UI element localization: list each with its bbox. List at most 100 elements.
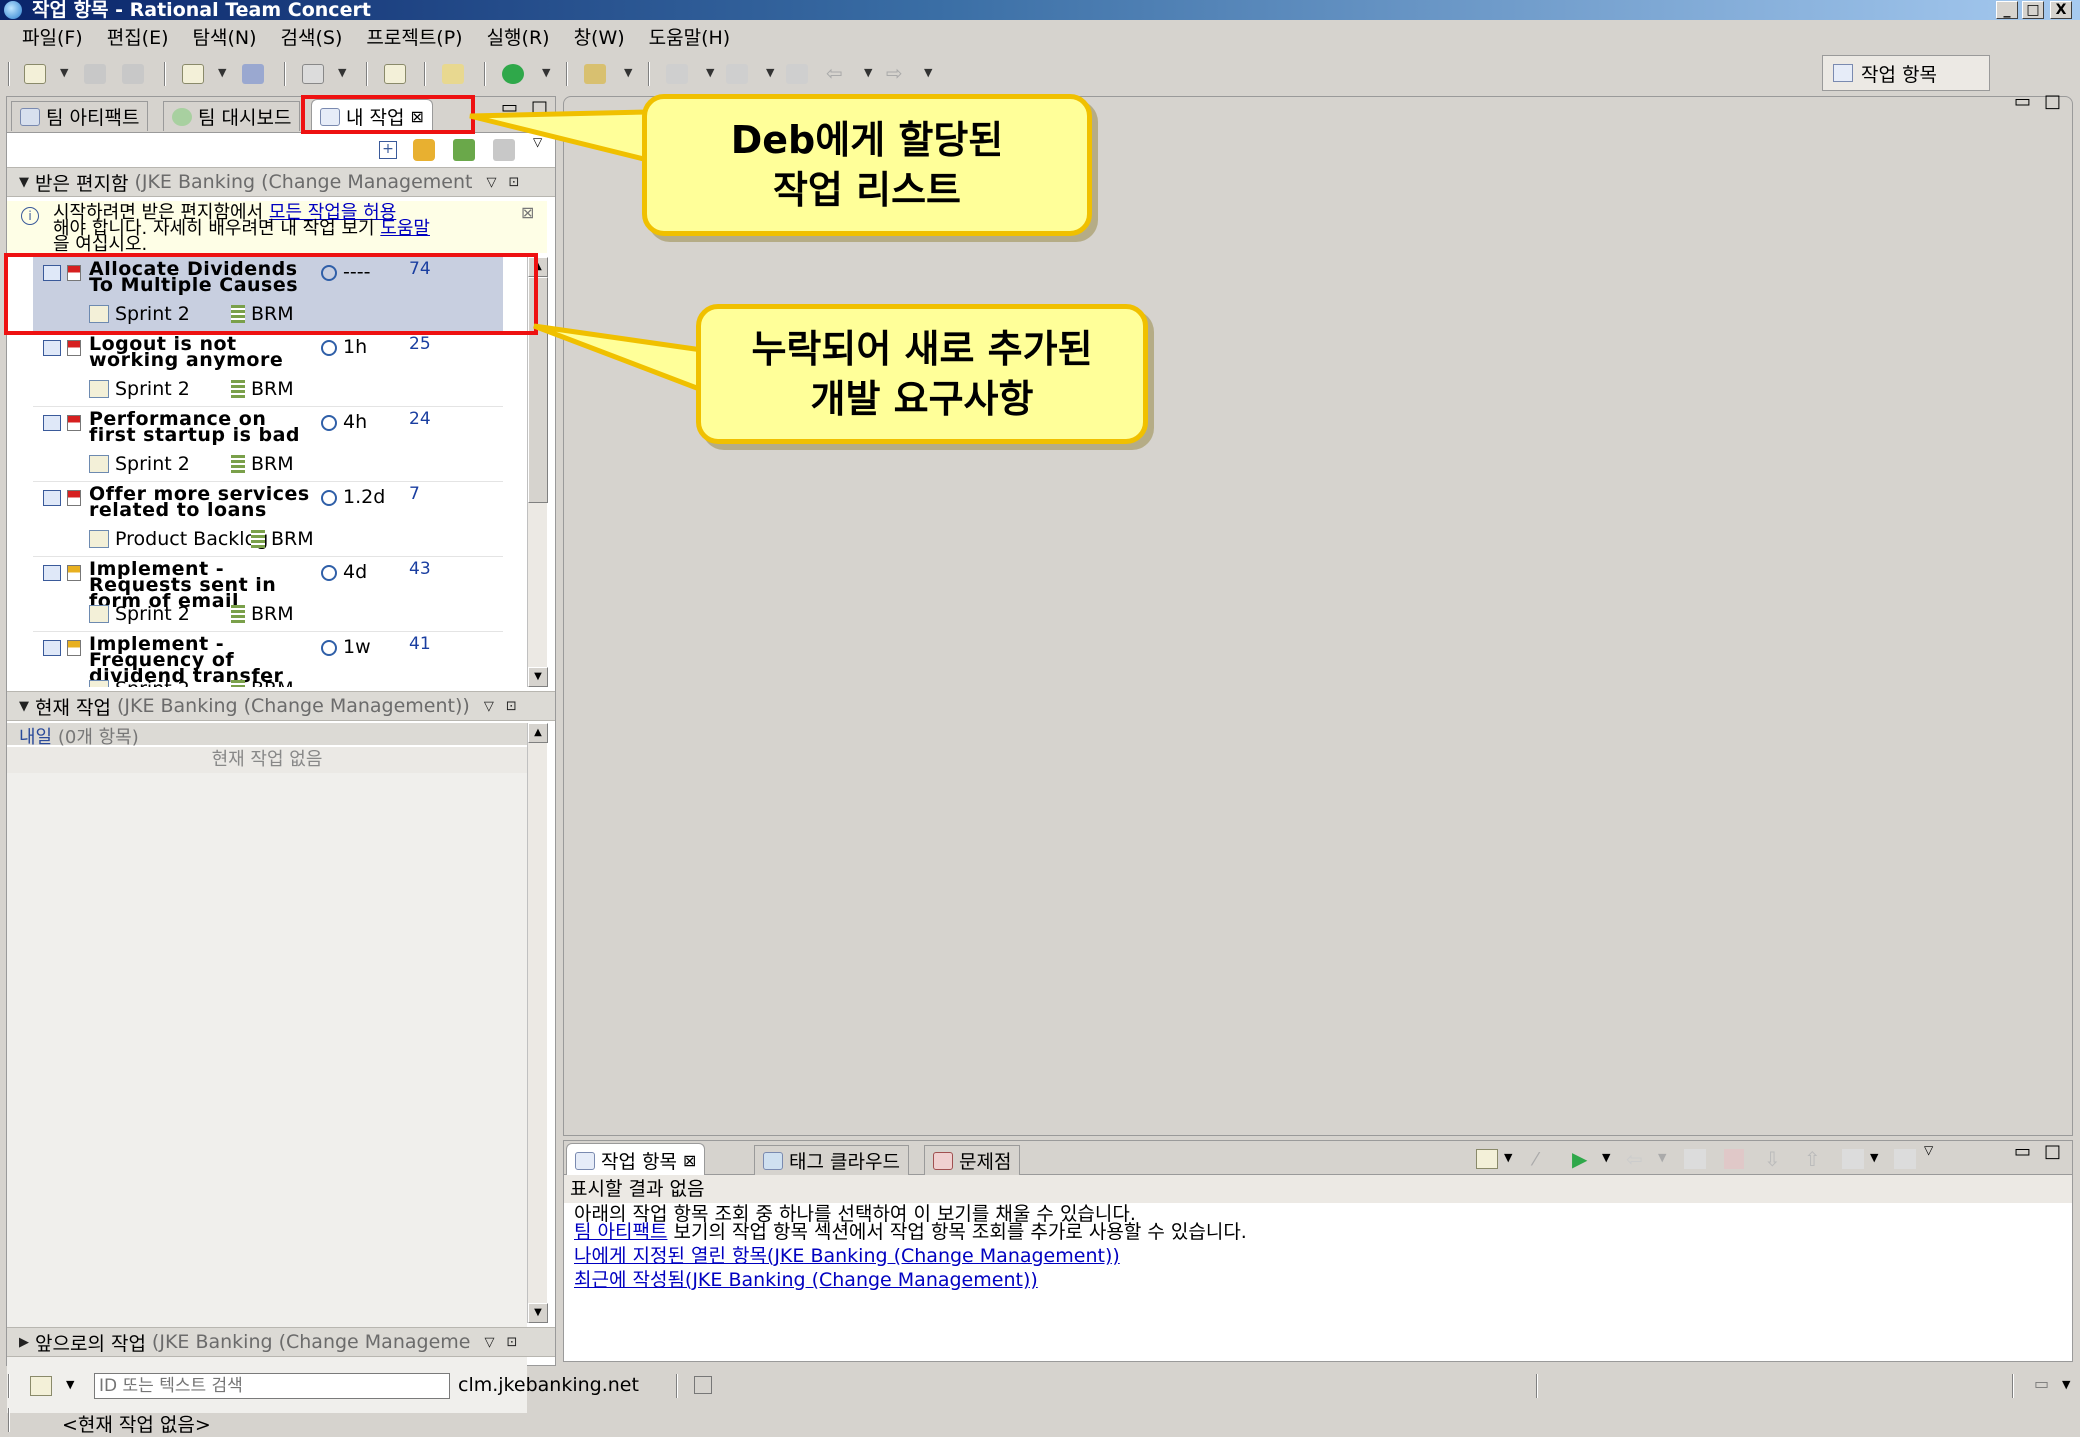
export-icon[interactable] <box>1894 1149 1916 1169</box>
back-dropdown-icon[interactable]: ▼ <box>1658 1151 1666 1164</box>
work-item-search-icon[interactable] <box>30 1376 52 1396</box>
work-item-search-input[interactable] <box>94 1373 450 1399</box>
tools-dropdown-icon[interactable]: ▼ <box>624 66 632 79</box>
save-plan-icon[interactable] <box>493 139 515 161</box>
open-view-icon[interactable] <box>302 64 324 84</box>
new-dropdown-icon[interactable]: ▼ <box>60 66 68 79</box>
minimize-editor-icon[interactable]: ▭ <box>2014 91 2031 112</box>
close-window-button[interactable]: X <box>2050 1 2072 19</box>
fast-view-icon[interactable]: ▭ <box>2034 1374 2049 1393</box>
fast-view-dropdown-icon[interactable]: ▼ <box>2062 1378 2070 1391</box>
close-tab-icon[interactable]: ⊠ <box>683 1151 696 1170</box>
current-work-section-header[interactable]: ▼ 현재 작업 (JKE Banking (Change Management)… <box>7 691 555 721</box>
close-info-icon[interactable]: ⊠ <box>521 205 534 221</box>
run-query-icon[interactable]: ▶ <box>1572 1147 1587 1171</box>
open-perspective-icon[interactable] <box>1822 56 1823 57</box>
help-link[interactable]: 도움말 <box>380 218 430 239</box>
save-icon[interactable] <box>84 64 106 84</box>
work-item-row[interactable]: Implement - Requests sent in form of ema… <box>33 557 503 632</box>
work-item-row[interactable]: Logout is not working anymore 1h 25 Sprint … <box>33 332 503 407</box>
print-icon[interactable] <box>122 64 144 84</box>
menu-file[interactable]: 파일(F) <box>10 23 95 50</box>
current-work-scrollbar[interactable]: ▲ ▼ <box>527 723 548 1323</box>
menu-search[interactable]: 검색(S) <box>269 23 355 50</box>
back-dropdown-icon[interactable]: ▼ <box>864 66 872 79</box>
minimize-button[interactable]: _ <box>1996 1 2018 19</box>
tools-icon[interactable] <box>584 64 606 84</box>
run-dropdown-icon[interactable]: ▼ <box>542 66 550 79</box>
back-icon[interactable]: ⇦ <box>1626 1147 1643 1171</box>
maximize-button[interactable]: □ <box>2022 1 2044 19</box>
view-menu-icon[interactable]: ▽ <box>533 135 542 149</box>
collapse-icon[interactable]: ▼ <box>19 699 29 714</box>
edit-query-icon[interactable]: ⁄ <box>1534 1149 1556 1170</box>
team-artifacts-link[interactable]: 팀 아티팩트 <box>574 1221 667 1243</box>
window-title-bar[interactable]: 작업 항목 - Rational Team Concert _ □ X <box>0 0 2080 20</box>
maximize-view-icon[interactable]: □ <box>2044 1141 2061 1162</box>
perspective-switcher[interactable]: 작업 항목 <box>1822 55 1990 91</box>
inbox-section-header[interactable]: ▼ 받은 편지함 (JKE Banking (Change Management… <box>7 167 555 197</box>
current-work-menu-icon[interactable]: ▽ <box>484 699 494 714</box>
refresh-query-icon[interactable] <box>1684 1149 1706 1169</box>
current-work-options-icon[interactable]: ⊡ <box>506 699 517 714</box>
new-icon[interactable] <box>24 64 46 84</box>
back-arrow-icon[interactable]: ⇦ <box>826 63 848 84</box>
tomorrow-row[interactable]: 내일 (0개 항목) <box>7 723 527 748</box>
tab-team-artifacts[interactable]: 팀 아티팩트 <box>11 101 149 131</box>
menu-project[interactable]: 프로젝트(P) <box>354 23 474 50</box>
work-item-query-icon[interactable] <box>384 64 406 84</box>
inbox-options-icon[interactable]: ⊡ <box>508 175 519 190</box>
new-work-item-dropdown-icon[interactable]: ▼ <box>218 66 226 79</box>
upcoming-menu-icon[interactable]: ▽ <box>484 1335 494 1350</box>
maximize-editor-icon[interactable]: □ <box>2044 91 2061 112</box>
open-view-dropdown-icon[interactable]: ▼ <box>338 66 346 79</box>
connection-icon[interactable] <box>694 1376 712 1394</box>
open-assigned-to-me-query-link[interactable]: 나에게 지정된 열린 항목(JKE Banking (Change Manage… <box>574 1245 1120 1267</box>
next-annotation-dropdown-icon[interactable]: ▼ <box>706 66 714 79</box>
scroll-down-icon[interactable]: ▼ <box>528 667 548 687</box>
view-menu-icon[interactable]: ▽ <box>1924 1143 1933 1157</box>
work-item-row[interactable]: Implement - Frequency of dividend transf… <box>33 632 503 687</box>
inbox-menu-icon[interactable]: ▽ <box>486 175 496 190</box>
stop-icon[interactable] <box>1724 1149 1744 1169</box>
run-icon[interactable] <box>502 64 524 84</box>
tab-problems[interactable]: 문제점 <box>924 1145 1021 1175</box>
tab-team-dashboard[interactable]: 팀 대시보드 <box>163 101 301 131</box>
work-item-row[interactable]: Offer more services related to loans 1.2d… <box>33 482 503 557</box>
previous-annotation-icon[interactable] <box>726 64 748 84</box>
forward-arrow-icon[interactable]: ⇨ <box>886 63 908 84</box>
run-query-dropdown-icon[interactable]: ▼ <box>1602 1151 1610 1164</box>
tab-work-items[interactable]: 작업 항목 ⊠ <box>566 1143 706 1177</box>
maximize-view-icon[interactable]: □ <box>531 97 548 118</box>
edit-icon[interactable] <box>442 64 464 84</box>
collapse-icon[interactable]: ▼ <box>19 175 29 190</box>
upcoming-work-section-header[interactable]: ▶ 앞으로의 작업 (JKE Banking (Change Manageme … <box>7 1327 555 1357</box>
last-edit-icon[interactable] <box>786 64 808 84</box>
move-down-icon[interactable]: ⇩ <box>1764 1147 1781 1171</box>
accept-work-icon[interactable] <box>453 139 475 161</box>
minimize-view-icon[interactable]: ▭ <box>2014 1141 2031 1162</box>
team-invite-icon[interactable] <box>242 64 264 84</box>
scroll-up-icon[interactable]: ▲ <box>528 723 548 743</box>
work-item-row[interactable]: Performance on first startup is bad 4h 24 S… <box>33 407 503 482</box>
menu-run[interactable]: 실행(R) <box>475 23 562 50</box>
columns-dropdown-icon[interactable]: ▼ <box>1870 1151 1878 1164</box>
menu-window[interactable]: 창(W) <box>562 23 637 50</box>
search-dropdown-icon[interactable]: ▼ <box>66 1378 74 1391</box>
move-up-icon[interactable]: ⇧ <box>1804 1147 1821 1171</box>
columns-icon[interactable] <box>1842 1149 1864 1169</box>
menu-help[interactable]: 도움말(H) <box>637 23 743 50</box>
new-query-dropdown-icon[interactable]: ▼ <box>1504 1151 1512 1164</box>
next-annotation-icon[interactable] <box>666 64 688 84</box>
recently-created-query-link[interactable]: 최근에 작성됨(JKE Banking (Change Management)) <box>574 1269 1038 1291</box>
tab-tag-cloud[interactable]: 태그 클라우드 <box>754 1145 909 1175</box>
menu-edit[interactable]: 편집(E) <box>95 23 181 50</box>
forward-dropdown-icon[interactable]: ▼ <box>924 66 932 79</box>
expand-icon[interactable]: ▶ <box>19 1335 29 1350</box>
expand-all-icon[interactable]: + <box>379 141 397 159</box>
refresh-icon[interactable] <box>413 139 435 161</box>
scroll-down-icon[interactable]: ▼ <box>528 1303 548 1323</box>
new-work-item-icon[interactable] <box>182 64 204 84</box>
minimize-view-icon[interactable]: ▭ <box>501 97 518 118</box>
upcoming-options-icon[interactable]: ⊡ <box>506 1335 517 1350</box>
